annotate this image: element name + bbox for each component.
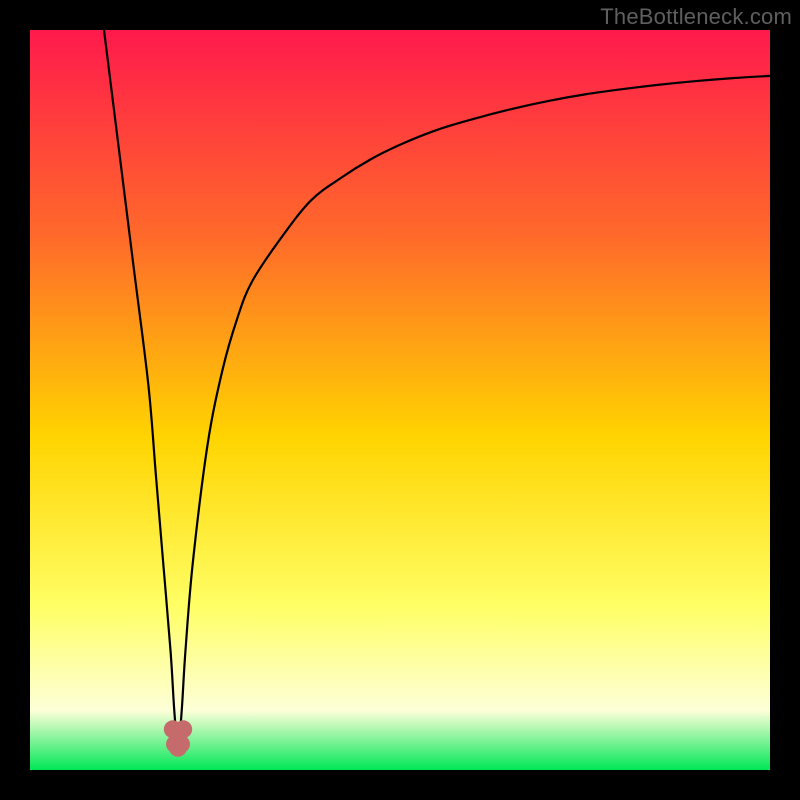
outer-frame: TheBottleneck.com [0,0,800,800]
watermark-text: TheBottleneck.com [600,4,792,30]
plot-area [30,30,770,770]
gradient-background [30,30,770,770]
chart-svg [30,30,770,770]
minimum-marker [174,720,192,738]
